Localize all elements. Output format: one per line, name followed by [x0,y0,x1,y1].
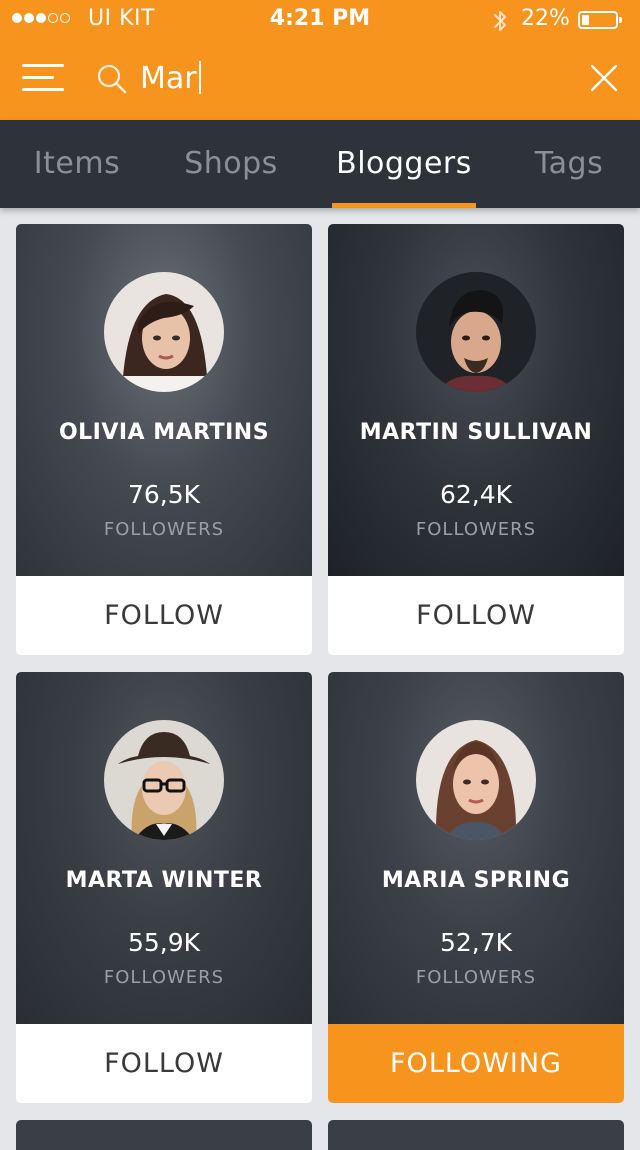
app-header: UI KIT 4:21 PM 22% [0,0,640,120]
hamburger-menu-icon [22,88,64,91]
blogger-card: OLIVIA MARTINS 76,5K FOLLOWERS FOLLOW [16,224,312,655]
tab-bloggers[interactable]: Bloggers [326,120,482,208]
following-button[interactable]: FOLLOWING [328,1024,624,1103]
followers-label: FOLLOWERS [415,967,537,988]
card-cover: OLIVIA MARTINS 76,5K FOLLOWERS [16,224,312,576]
followers-count: 52,7K [439,928,513,957]
card-cover: MARTA WINTER 55,9K FOLLOWERS [16,672,312,1024]
blogger-card-partial[interactable] [328,1120,624,1150]
card-cover: MARTIN SULLIVAN 62,4K FOLLOWERS [328,224,624,576]
hamburger-menu-icon [22,76,54,79]
followers-count: 76,5K [127,480,201,509]
blogger-name: MARTA WINTER [65,868,263,893]
blogger-card: MARTA WINTER 55,9K FOLLOWERS FOLLOW [16,672,312,1103]
hamburger-menu-icon [22,64,64,67]
status-bar: UI KIT 4:21 PM 22% [0,0,640,40]
avatar[interactable] [104,720,224,840]
blogger-card-partial[interactable] [16,1120,312,1150]
blogger-name: MARTIN SULLIVAN [359,420,593,445]
menu-button[interactable] [22,60,66,94]
follow-button[interactable]: FOLLOW [328,576,624,655]
active-tab-indicator [332,203,476,208]
blogger-name: OLIVIA MARTINS [58,420,270,445]
blogger-card: MARTIN SULLIVAN 62,4K FOLLOWERS FOLLOW [328,224,624,655]
followers-count: 55,9K [127,928,201,957]
battery-nub [619,17,622,23]
follow-button[interactable]: FOLLOW [16,1024,312,1103]
tab-shops[interactable]: Shops [172,120,290,208]
avatar[interactable] [416,720,536,840]
category-tabs: Items Shops Bloggers Tags [0,120,640,208]
battery-percentage: 22% [521,6,570,31]
followers-count: 62,4K [439,480,513,509]
card-cover: MARIA SPRING 52,7K FOLLOWERS [328,672,624,1024]
text-cursor [199,61,201,94]
followers-label: FOLLOWERS [103,967,225,988]
search-icon [97,64,127,94]
follow-button[interactable]: FOLLOW [16,576,312,655]
battery-icon [578,11,622,29]
followers-label: FOLLOWERS [103,519,225,540]
battery-fill [582,15,589,25]
bluetooth-icon [494,11,506,31]
avatar[interactable] [416,272,536,392]
close-icon[interactable] [588,62,620,94]
tab-tags[interactable]: Tags [512,120,626,208]
blogger-name: MARIA SPRING [381,868,571,893]
avatar[interactable] [104,272,224,392]
followers-label: FOLLOWERS [415,519,537,540]
blogger-card: MARIA SPRING 52,7K FOLLOWERS FOLLOWING [328,672,624,1103]
tab-items[interactable]: Items [18,120,136,208]
